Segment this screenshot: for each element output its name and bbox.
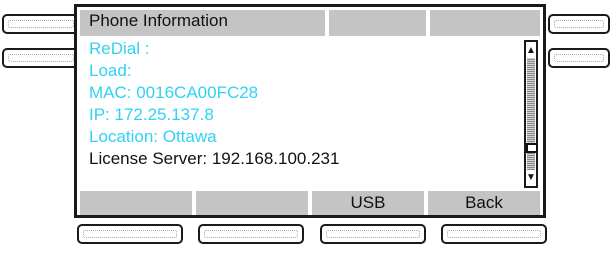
back-softkey[interactable]: Back bbox=[428, 191, 540, 215]
screen-title: Phone Information bbox=[89, 11, 228, 30]
list-item[interactable]: IP: 172.25.137.8 bbox=[89, 104, 519, 126]
hardware-key-right-1[interactable] bbox=[548, 14, 610, 34]
list-item[interactable]: Location: Ottawa bbox=[89, 126, 519, 148]
list-item[interactable]: MAC: 0016CA00FC28 bbox=[89, 82, 519, 104]
softkey-bar: USB Back bbox=[80, 191, 540, 215]
scrollbar[interactable]: ▲ ▼ bbox=[524, 40, 538, 188]
phone-display: Phone Information ReDial : Load: MAC: 00… bbox=[74, 4, 546, 218]
softkey-1[interactable] bbox=[80, 191, 192, 215]
hardware-key-bottom-2[interactable] bbox=[198, 224, 304, 244]
hardware-key-left-1[interactable] bbox=[2, 14, 80, 34]
arrow-down-icon[interactable]: ▼ bbox=[526, 171, 536, 184]
hardware-key-bottom-1[interactable] bbox=[77, 224, 183, 244]
hardware-key-left-2[interactable] bbox=[2, 48, 80, 68]
list-item[interactable]: ReDial : bbox=[89, 38, 519, 60]
arrow-up-icon[interactable]: ▲ bbox=[526, 44, 536, 57]
hardware-key-right-2[interactable] bbox=[548, 48, 610, 68]
hardware-key-bottom-3[interactable] bbox=[320, 224, 426, 244]
hardware-key-bottom-4[interactable] bbox=[441, 224, 547, 244]
usb-softkey[interactable]: USB bbox=[312, 191, 424, 215]
softkey-2[interactable] bbox=[196, 191, 308, 215]
list-item[interactable]: Load: bbox=[89, 60, 519, 82]
scroll-track[interactable] bbox=[526, 58, 538, 170]
list-item-selected[interactable]: License Server: 192.168.100.231 bbox=[89, 148, 519, 170]
info-list: ReDial : Load: MAC: 0016CA00FC28 IP: 172… bbox=[89, 38, 519, 170]
scroll-thumb[interactable] bbox=[526, 142, 538, 153]
